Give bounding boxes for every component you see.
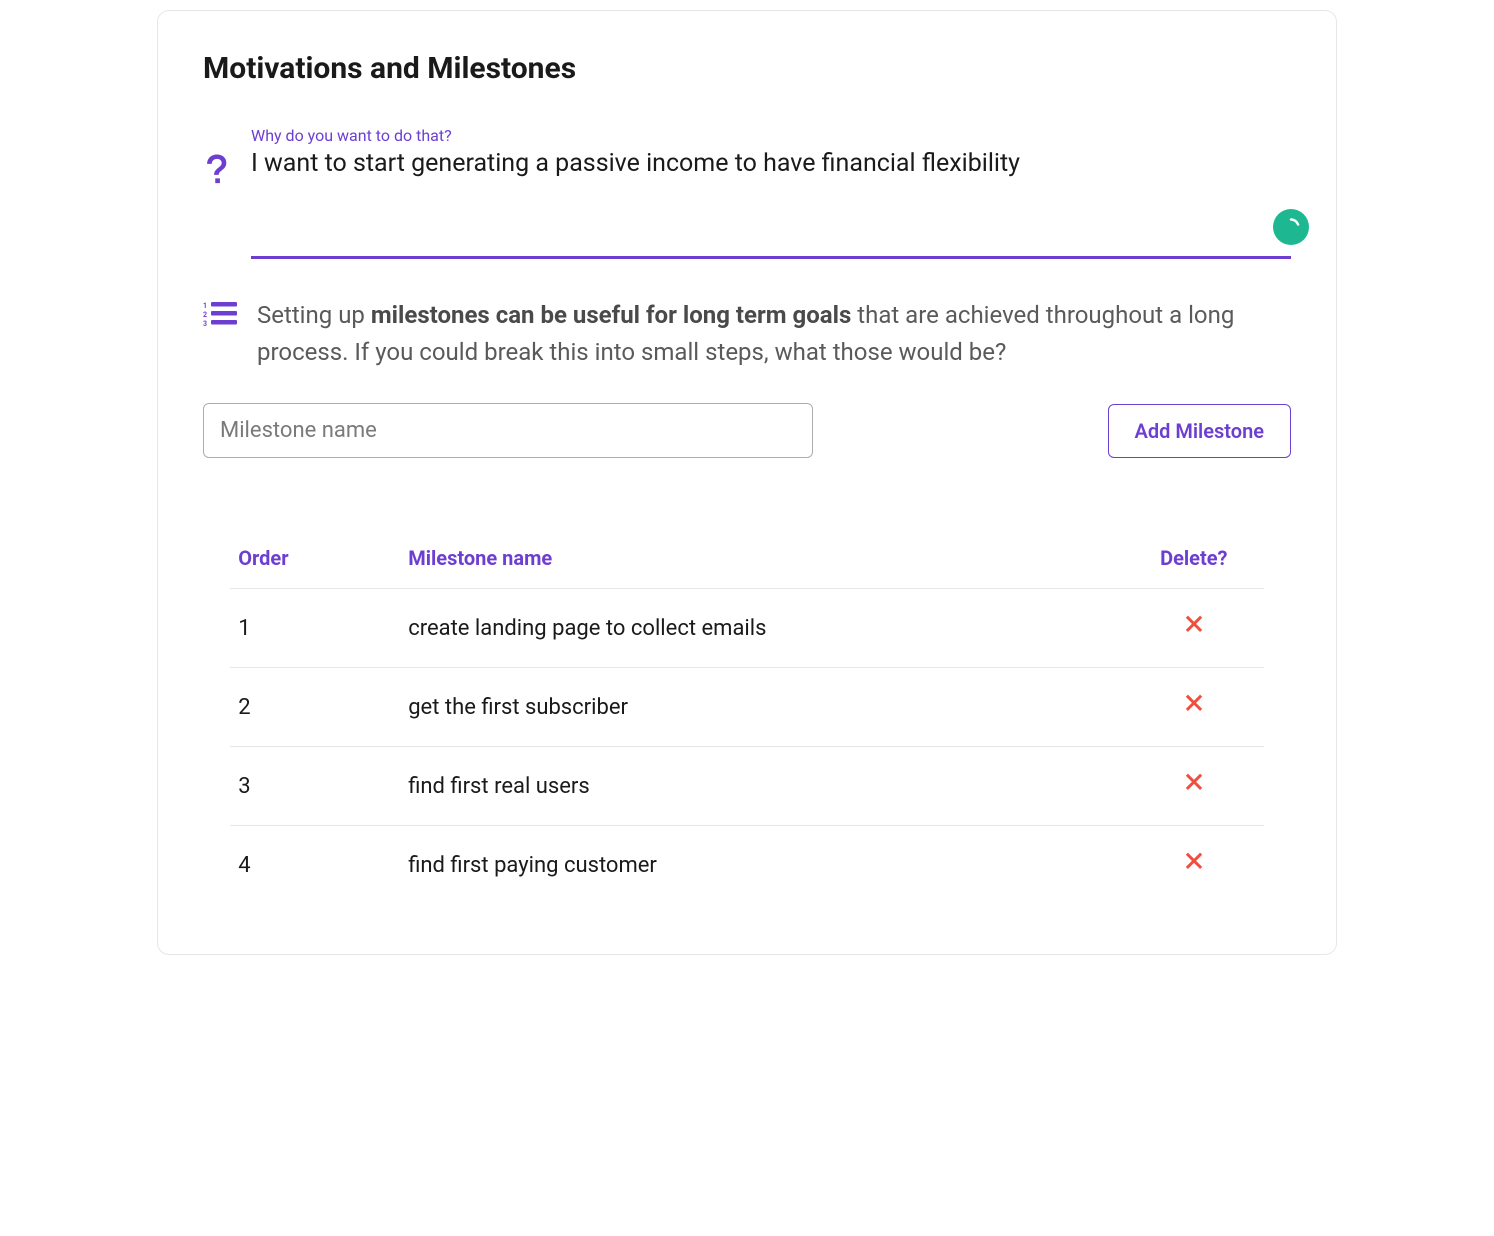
milestones-intro: 1 2 3 Setting up milestones can be usefu… [203,297,1291,371]
table-row: 4find first paying customer [230,826,1264,905]
delete-button[interactable] [1180,690,1208,718]
svg-text:1: 1 [203,302,207,310]
order-cell: 3 [230,747,400,826]
motivation-section: Why do you want to do that? [203,126,1291,259]
table-header-order: Order [230,528,400,589]
name-cell: create landing page to collect emails [400,589,1124,668]
page-title: Motivations and Milestones [203,51,1291,86]
delete-button[interactable] [1180,769,1208,797]
order-cell: 4 [230,826,400,905]
intro-text: Setting up milestones can be useful for … [257,297,1291,371]
order-cell: 1 [230,589,400,668]
milestone-name-input[interactable] [203,403,813,458]
name-cell: find first paying customer [400,826,1124,905]
delete-button[interactable] [1180,611,1208,639]
motivation-field-wrap: Why do you want to do that? [251,126,1291,259]
x-icon [1180,848,1208,876]
intro-prefix: Setting up [257,301,371,329]
name-cell: get the first subscriber [400,668,1124,747]
table-row: 2get the first subscriber [230,668,1264,747]
x-icon [1180,611,1208,639]
motivation-input[interactable] [251,149,1291,259]
card-container: Motivations and Milestones Why do you wa… [157,10,1337,955]
table-row: 1create landing page to collect emails [230,589,1264,668]
table-row: 3find first real users [230,747,1264,826]
table-header-delete: Delete? [1124,528,1264,589]
delete-cell [1124,826,1264,905]
order-cell: 2 [230,668,400,747]
x-icon [1180,769,1208,797]
milestones-table: Order Milestone name Delete? 1create lan… [230,528,1264,904]
motivation-label: Why do you want to do that? [251,126,1291,145]
delete-cell [1124,747,1264,826]
save-indicator [1273,209,1309,245]
motivation-icon-wrap [203,126,231,194]
add-milestone-button[interactable]: Add Milestone [1108,404,1292,458]
svg-text:3: 3 [203,320,207,327]
spinner-icon [1281,217,1301,237]
numbered-list-icon: 1 2 3 [203,301,237,327]
add-milestone-row: Add Milestone [203,403,1291,458]
x-icon [1180,690,1208,718]
delete-cell [1124,668,1264,747]
delete-button[interactable] [1180,848,1208,876]
name-cell: find first real users [400,747,1124,826]
table-header-name: Milestone name [400,528,1124,589]
intro-bold: milestones can be useful for long term g… [371,301,851,329]
question-icon [203,154,231,190]
delete-cell [1124,589,1264,668]
svg-text:2: 2 [203,311,207,319]
